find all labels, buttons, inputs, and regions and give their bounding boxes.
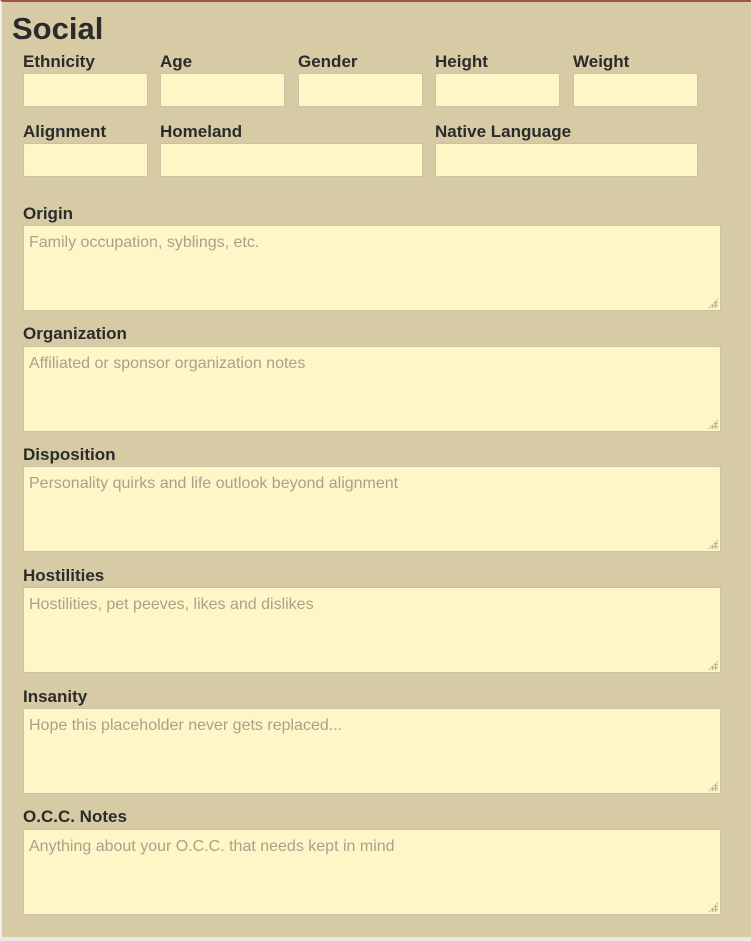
alignment-field[interactable] [23,143,148,177]
organization-textarea[interactable] [23,346,721,432]
weight-label: Weight [573,52,630,71]
gender-label: Gender [298,52,358,71]
ethnicity-label: Ethnicity [23,52,95,71]
age-label: Age [160,52,193,71]
ethnicity-field[interactable] [23,73,148,107]
hostilities-label: Hostilities [23,566,105,585]
disposition-label: Disposition [23,445,116,464]
occ-notes-label: O.C.C. Notes [23,807,127,826]
alignment-label: Alignment [23,122,107,141]
insanity-textarea[interactable] [23,708,721,794]
hostilities-textarea[interactable] [23,587,721,673]
height-field[interactable] [435,73,560,107]
section-title: Social [12,11,104,46]
occ-notes-textarea[interactable] [23,829,721,915]
origin-textarea[interactable] [23,225,721,311]
social-panel: Social Ethnicity Age Gender Height Weigh… [4,4,751,933]
homeland-label: Homeland [160,122,243,141]
homeland-field[interactable] [160,143,423,177]
gender-field[interactable] [298,73,423,107]
organization-label: Organization [23,324,127,343]
disposition-textarea[interactable] [23,466,721,552]
native-language-label: Native Language [435,122,572,141]
weight-field[interactable] [573,73,698,107]
height-label: Height [435,52,488,71]
insanity-label: Insanity [23,687,88,706]
age-field[interactable] [160,73,285,107]
origin-label: Origin [23,204,74,223]
native-language-field[interactable] [435,143,698,177]
social-section-frame: Social Ethnicity Age Gender Height Weigh… [0,0,751,941]
